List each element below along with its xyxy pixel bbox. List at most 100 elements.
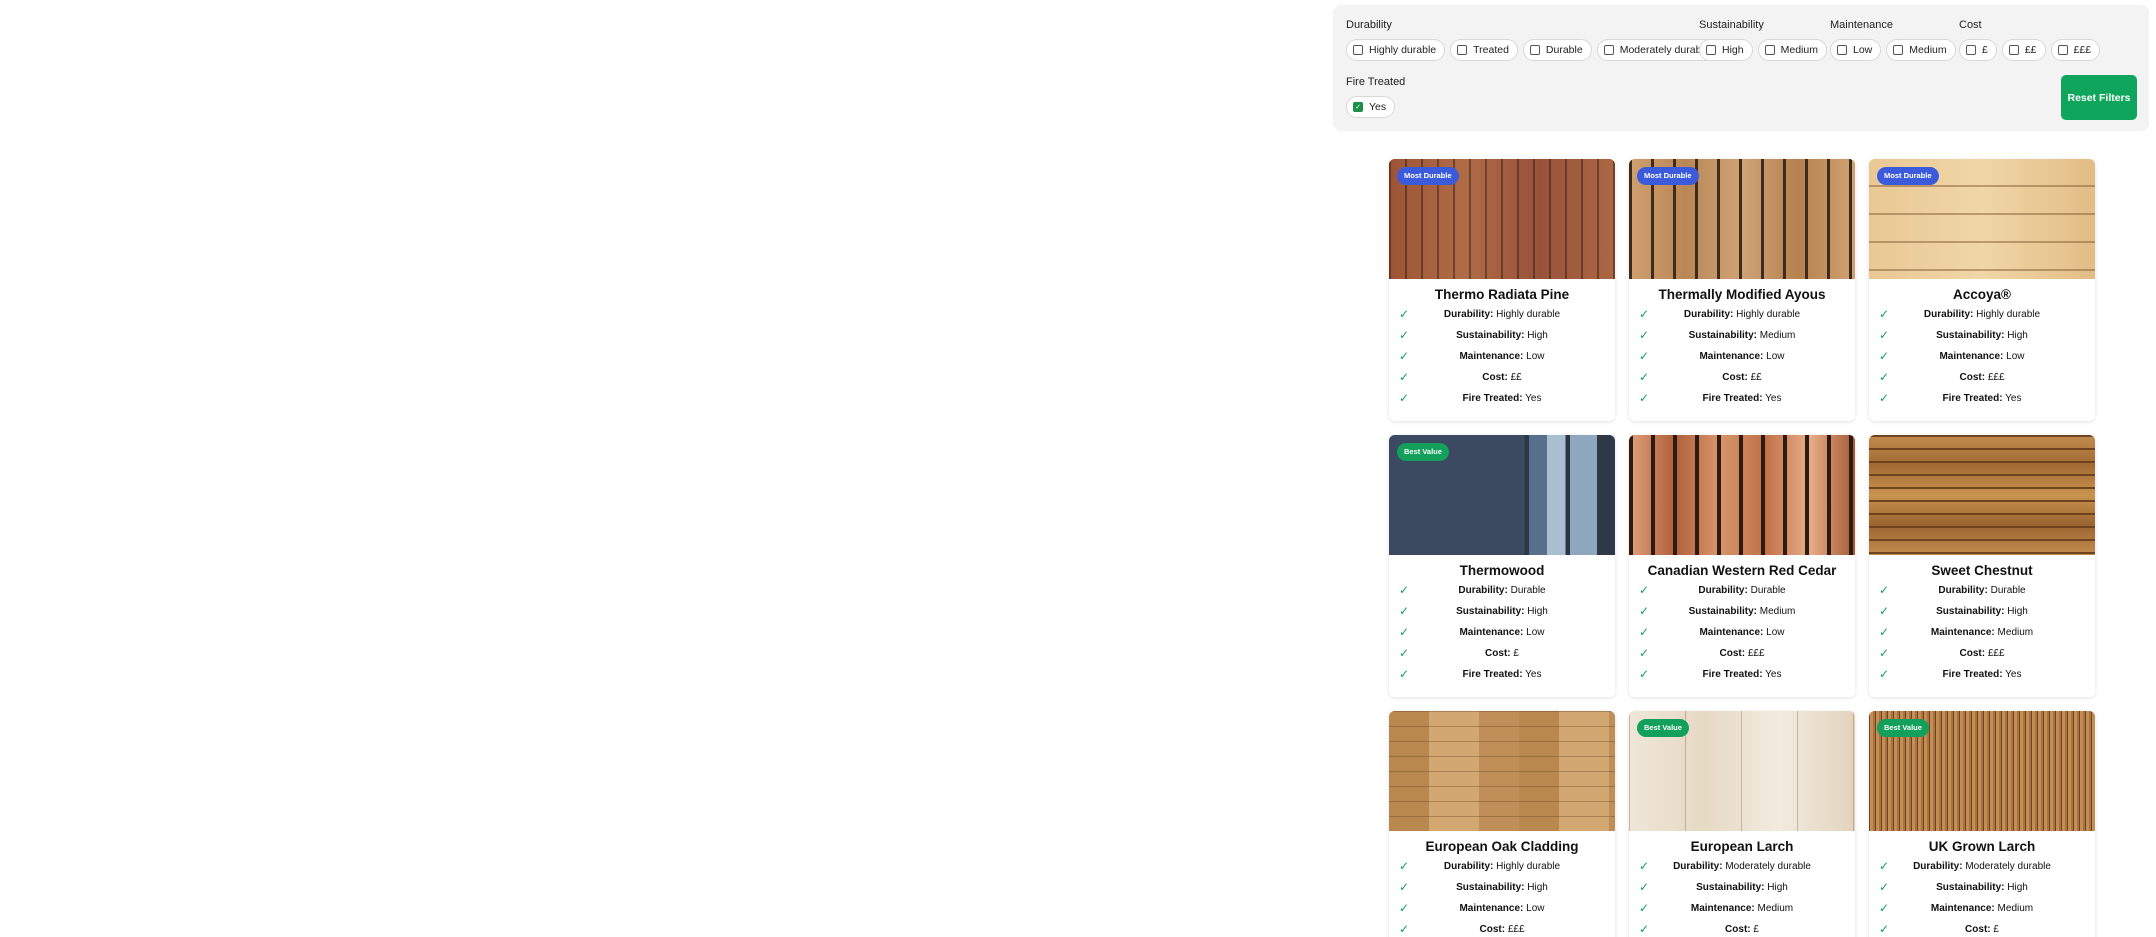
product-image: Best Value bbox=[1389, 435, 1615, 555]
product-title: Thermo Radiata Pine bbox=[1434, 287, 1570, 302]
product-image bbox=[1869, 435, 2095, 555]
spec-value: Yes bbox=[1525, 393, 1542, 404]
checkmark-icon: ✓ bbox=[1639, 901, 1650, 915]
checkbox-icon[interactable] bbox=[1529, 45, 1540, 55]
spec-label: Fire Treated: bbox=[1702, 393, 1763, 404]
checkmark-icon: ✓ bbox=[1879, 370, 1890, 384]
filter-chip-sustainability[interactable]: Medium bbox=[1757, 39, 1827, 61]
filter-group-durability: Durability Highly durable Treated Durable M… bbox=[1346, 19, 1719, 61]
checkmark-icon: ✓ bbox=[1879, 667, 1890, 681]
filter-chip-durability[interactable]: Highly durable bbox=[1346, 39, 1446, 61]
checkbox-icon[interactable] bbox=[1603, 45, 1614, 55]
spec-cost: ✓ Cost: £££ bbox=[1389, 919, 1615, 937]
spec-label: Sustainability: bbox=[1456, 882, 1525, 893]
spec-value: Yes bbox=[1525, 669, 1542, 680]
product-specs: ✓ Durability: Durable ✓ Sustainability: Hig… bbox=[1389, 580, 1615, 685]
spec-label: Maintenance: bbox=[1459, 903, 1524, 914]
spec-value: Low bbox=[1766, 627, 1785, 638]
checkmark-icon: ✓ bbox=[1879, 859, 1890, 873]
filter-chip-durability[interactable]: Durable bbox=[1522, 39, 1592, 61]
filter-chip-durability[interactable]: Treated bbox=[1450, 39, 1518, 61]
product-image bbox=[1389, 711, 1615, 831]
filter-chip-label: Low bbox=[1853, 44, 1873, 56]
checkmark-icon: ✓ bbox=[1879, 349, 1890, 363]
filter-chip-cost[interactable]: £££ bbox=[2050, 39, 2101, 61]
product-card[interactable]: Most Durable Thermo Radiata Pine ✓ Durabili… bbox=[1389, 159, 1615, 421]
filter-chip-cost[interactable]: ££ bbox=[2001, 39, 2046, 61]
checkbox-icon[interactable] bbox=[1457, 45, 1468, 55]
product-card[interactable]: Most Durable Accoya® ✓ Durability: Highly d… bbox=[1869, 159, 2095, 421]
checkbox-icon[interactable] bbox=[1837, 45, 1847, 55]
product-card[interactable]: Sweet Chestnut ✓ Durability: Durable ✓ Susta… bbox=[1869, 435, 2095, 697]
spec-value: Medium bbox=[1997, 627, 2034, 638]
filter-title-durability: Durability bbox=[1346, 19, 1392, 31]
checkmark-icon: ✓ bbox=[1639, 667, 1650, 681]
filter-chip-maintenance[interactable]: Medium bbox=[1886, 39, 1956, 61]
spec-value: Highly durable bbox=[1496, 861, 1561, 872]
spec-fire-treated: ✓ Fire Treated: Yes bbox=[1629, 664, 1855, 685]
checkbox-icon[interactable] bbox=[1353, 45, 1363, 55]
spec-label: Cost: bbox=[1725, 924, 1751, 935]
spec-value: Low bbox=[2006, 351, 2025, 362]
product-card[interactable]: Best Value Thermowood ✓ Durability: Durable… bbox=[1389, 435, 1615, 697]
checkmark-icon: ✓ bbox=[1639, 307, 1650, 321]
spec-label: Maintenance: bbox=[1930, 903, 1995, 914]
product-image: Best Value bbox=[1629, 711, 1855, 831]
spec-label: Sustainability: bbox=[1688, 606, 1757, 617]
product-card[interactable]: Most Durable Thermally Modified Ayous ✓ Dur… bbox=[1629, 159, 1855, 421]
product-card[interactable]: Best Value UK Grown Larch ✓ Durability: Mod… bbox=[1869, 711, 2095, 937]
spec-maintenance: ✓ Maintenance: Low bbox=[1629, 622, 1855, 643]
spec-label: Fire Treated: bbox=[1942, 669, 2003, 680]
filter-chip-fire-treated[interactable]: ✓ Yes bbox=[1346, 96, 1396, 118]
checkbox-icon[interactable] bbox=[2008, 45, 2019, 55]
product-specs: ✓ Durability: Durable ✓ Sustainability: Med… bbox=[1629, 580, 1855, 685]
spec-label: Durability: bbox=[1673, 861, 1723, 872]
spec-maintenance: ✓ Maintenance: Medium bbox=[1869, 622, 2095, 643]
spec-value: Yes bbox=[2005, 393, 2022, 404]
spec-sustainability: ✓ Sustainability: High bbox=[1389, 325, 1615, 346]
checkmark-icon: ✓ bbox=[1879, 922, 1890, 936]
filter-chip-sustainability[interactable]: High bbox=[1699, 39, 1753, 61]
product-card[interactable]: Best Value European Larch ✓ Durability: Mod… bbox=[1629, 711, 1855, 937]
checkbox-icon[interactable] bbox=[2057, 45, 2068, 55]
spec-value: High bbox=[2007, 606, 2028, 617]
filter-chips-sustainability: High Medium bbox=[1699, 39, 1827, 61]
spec-label: Cost: bbox=[1482, 372, 1508, 383]
product-card[interactable]: European Oak Cladding ✓ Durability: Highly… bbox=[1389, 711, 1615, 937]
spec-label: Sustainability: bbox=[1456, 606, 1525, 617]
spec-maintenance: ✓ Maintenance: Low bbox=[1629, 346, 1855, 367]
checkbox-icon[interactable] bbox=[1706, 45, 1716, 55]
filter-chip-cost[interactable]: £ bbox=[1959, 39, 1997, 61]
spec-label: Sustainability: bbox=[1936, 882, 2005, 893]
checkbox-icon[interactable] bbox=[1764, 45, 1775, 55]
spec-cost: ✓ Cost: £££ bbox=[1629, 643, 1855, 664]
checkbox-icon[interactable] bbox=[1966, 45, 1976, 55]
spec-label: Maintenance: bbox=[1699, 627, 1764, 638]
checkmark-icon: ✓ bbox=[1879, 901, 1890, 915]
product-card[interactable]: Canadian Western Red Cedar ✓ Durability: D… bbox=[1629, 435, 1855, 697]
product-title: Sweet Chestnut bbox=[1931, 563, 2033, 578]
checkmark-icon: ✓ bbox=[1879, 583, 1890, 597]
filter-chip-label: High bbox=[1722, 44, 1744, 56]
spec-label: Fire Treated: bbox=[1942, 393, 2003, 404]
spec-maintenance: ✓ Maintenance: Medium bbox=[1629, 898, 1855, 919]
spec-value: £££ bbox=[1747, 648, 1765, 659]
reset-filters-button[interactable]: Reset Filters bbox=[2061, 75, 2137, 120]
spec-durability: ✓ Durability: Highly durable bbox=[1389, 856, 1615, 877]
filter-chip-maintenance[interactable]: Low bbox=[1830, 39, 1882, 61]
product-image bbox=[1629, 435, 1855, 555]
checkbox-checked-icon[interactable]: ✓ bbox=[1353, 102, 1363, 112]
product-specs: ✓ Durability: Highly durable ✓ Sustainabili… bbox=[1629, 304, 1855, 409]
checkmark-icon: ✓ bbox=[1639, 646, 1650, 660]
spec-cost: ✓ Cost: £ bbox=[1629, 919, 1855, 937]
filter-chips-durability: Highly durable Treated Durable Moderately d… bbox=[1346, 39, 1719, 61]
checkmark-icon: ✓ bbox=[1399, 922, 1410, 936]
checkmark-icon: ✓ bbox=[1639, 391, 1650, 405]
product-grid: Most Durable Thermo Radiata Pine ✓ Durabili… bbox=[1389, 159, 2095, 937]
filter-chip-label: Medium bbox=[1780, 44, 1818, 56]
product-specs: ✓ Durability: Highly durable ✓ Sustainabili… bbox=[1869, 304, 2095, 409]
spec-label: Durability: bbox=[1938, 585, 1988, 596]
checkmark-icon: ✓ bbox=[1879, 307, 1890, 321]
checkbox-icon[interactable] bbox=[1893, 45, 1904, 55]
product-title: Canadian Western Red Cedar bbox=[1647, 563, 1837, 578]
